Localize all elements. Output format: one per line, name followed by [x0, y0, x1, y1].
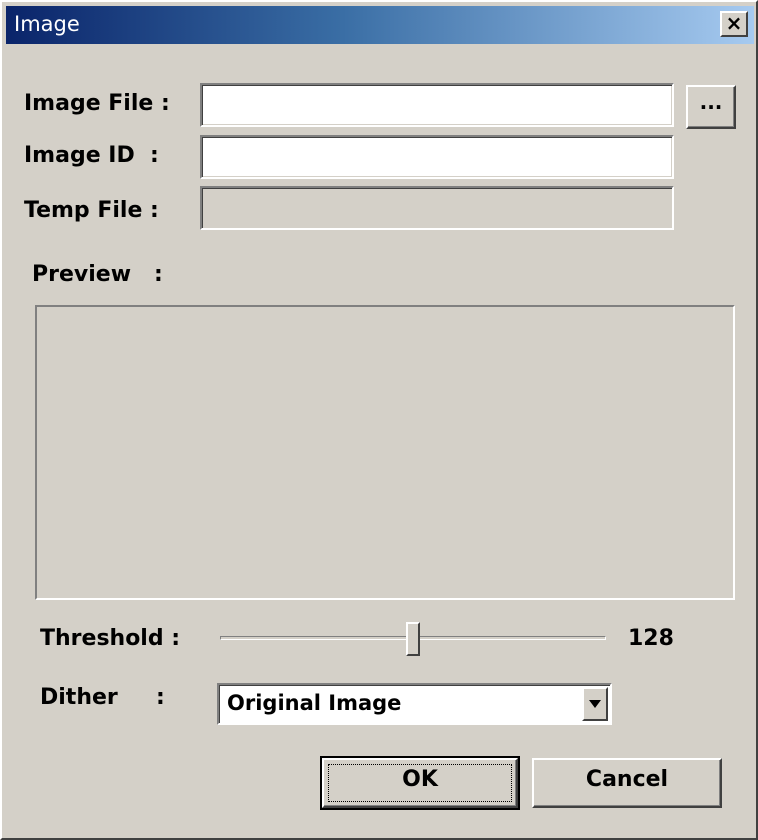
close-button[interactable]: × — [720, 11, 748, 37]
close-icon: × — [725, 11, 743, 35]
dither-dropdown-button[interactable] — [582, 687, 608, 721]
browse-button[interactable]: ... — [686, 85, 736, 129]
cancel-label: Cancel — [585, 767, 669, 792]
ok-label: OK — [402, 767, 438, 792]
temp-file-input — [200, 186, 674, 230]
threshold-value: 128 — [628, 626, 674, 651]
threshold-label: Threshold : — [40, 626, 181, 651]
chevron-down-icon — [589, 700, 601, 708]
dither-selected-value: Original Image — [227, 691, 402, 715]
threshold-slider-thumb[interactable] — [406, 622, 420, 656]
image-file-label: Image File : — [24, 91, 170, 116]
cancel-button[interactable]: Cancel — [532, 758, 722, 808]
preview-label: Preview : — [32, 262, 163, 287]
title-bar[interactable]: Image × — [6, 6, 754, 44]
window-title: Image — [14, 12, 80, 36]
image-dialog: Image × Image File : ... Image ID : Temp… — [0, 0, 758, 840]
ok-button[interactable]: OK — [320, 756, 520, 810]
dither-label: Dither : — [40, 685, 165, 710]
image-file-input[interactable] — [200, 83, 674, 127]
preview-area — [35, 305, 735, 600]
image-id-label: Image ID : — [24, 143, 159, 168]
image-id-input[interactable] — [200, 135, 674, 179]
dither-select[interactable]: Original Image — [217, 683, 612, 725]
temp-file-label: Temp File : — [24, 198, 159, 223]
browse-label: ... — [699, 90, 723, 114]
